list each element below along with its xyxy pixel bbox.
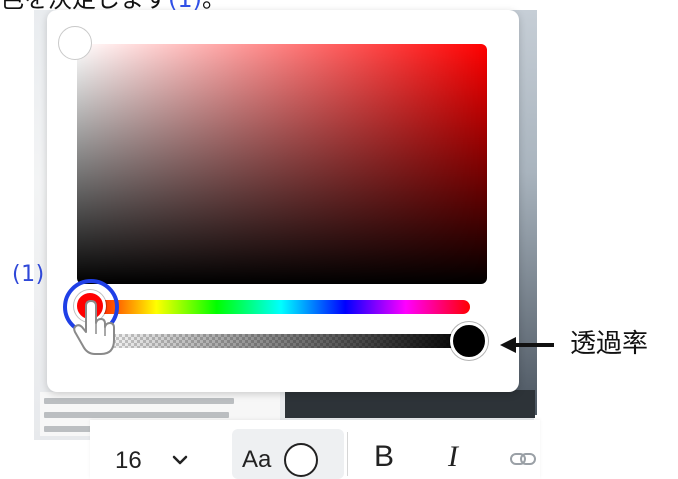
opacity-slider-thumb[interactable] xyxy=(450,322,488,360)
hue-slider[interactable] xyxy=(92,300,470,314)
link-icon[interactable] xyxy=(510,452,536,466)
background-text-line xyxy=(44,412,229,418)
opacity-slider[interactable] xyxy=(92,334,470,348)
font-size-value[interactable]: 16 xyxy=(115,447,142,475)
saturation-value-area[interactable] xyxy=(77,44,487,284)
eyedropper-swatch[interactable] xyxy=(58,26,92,60)
cursor-hand-icon xyxy=(73,300,115,355)
toolbar-divider xyxy=(347,432,348,476)
chevron-down-icon[interactable] xyxy=(172,454,188,466)
background-text-line xyxy=(44,398,234,404)
text-color-label: Aa xyxy=(242,446,272,473)
opacity-annotation-label: 透過率 xyxy=(570,329,649,359)
bold-button[interactable]: B xyxy=(374,440,394,474)
italic-button[interactable]: I xyxy=(448,440,458,474)
text-color-circle-icon xyxy=(284,443,318,477)
step-number-label: (1) xyxy=(12,262,45,287)
background-dark-strip xyxy=(285,390,535,418)
arrow-left-icon xyxy=(500,337,554,353)
